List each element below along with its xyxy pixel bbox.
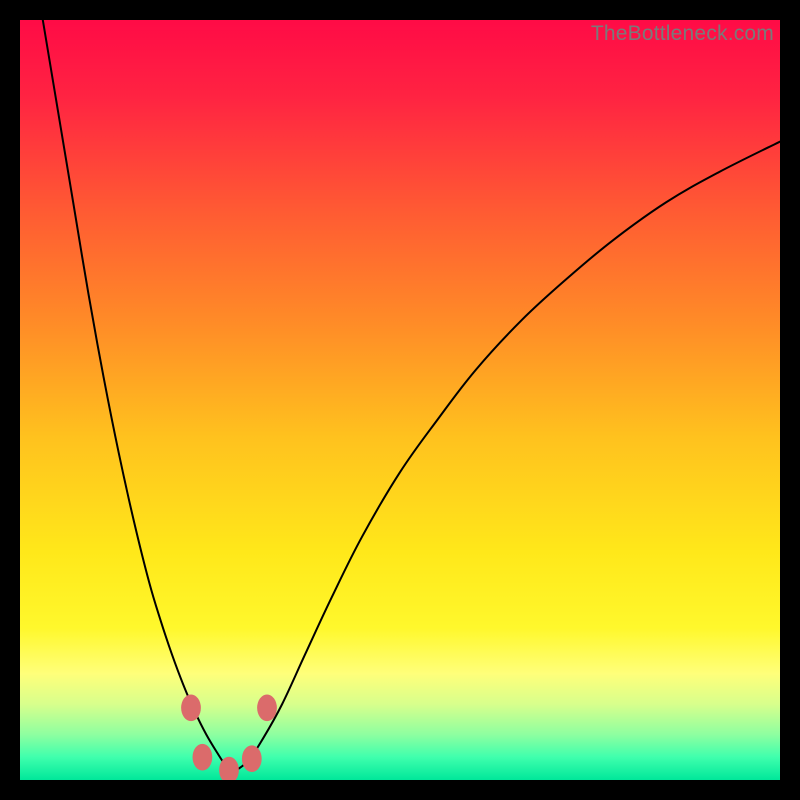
marker-point-1 [193, 744, 213, 771]
marker-point-3 [242, 745, 262, 772]
chart-background [20, 20, 780, 780]
watermark-text: TheBottleneck.com [591, 22, 774, 46]
marker-point-4 [257, 694, 277, 721]
marker-point-0 [181, 694, 201, 721]
bottleneck-chart [20, 20, 780, 780]
chart-frame: TheBottleneck.com [20, 20, 780, 780]
